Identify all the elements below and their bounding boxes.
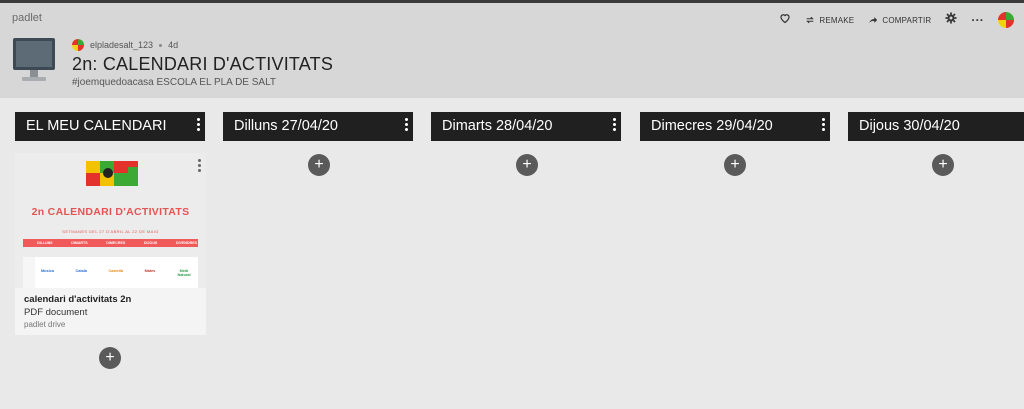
heart-icon[interactable] xyxy=(779,11,791,29)
column-el-meu-calendari: EL MEU CALENDARI xyxy=(15,112,205,141)
add-post-button[interactable]: + xyxy=(99,347,121,369)
author-line: elpladesalt_123 4d xyxy=(72,39,178,51)
column-title: EL MEU CALENDARI xyxy=(26,118,167,134)
share-arrow-icon xyxy=(869,17,878,23)
column-title: Dijous 30/04/20 xyxy=(859,118,960,134)
card-source: padlet drive xyxy=(24,320,66,329)
thumb-day: DIMARTS xyxy=(71,241,88,245)
column-dimarts: Dimarts 28/04/20 xyxy=(431,112,621,141)
card-menu-icon[interactable] xyxy=(196,158,202,174)
column-header: Dimarts 28/04/20 xyxy=(431,112,621,141)
thumb-subheading: SETMANES DEL 27 D'ABRIL AL 22 DE MAIG xyxy=(62,229,159,234)
pdf-thumbnail[interactable]: 2n CALENDARI D'ACTIVITATS SETMANES DEL 2… xyxy=(15,153,206,288)
thumb-subjects-row: Música Català Castellà Mates Medi Natura… xyxy=(41,269,191,277)
thumb-day: DIJOUS xyxy=(143,241,158,245)
column-header: Dilluns 27/04/20 xyxy=(223,112,413,141)
thumb-days-row: DILLUNS DIMARTS DIMECRES DIJOUS DIVENDRE… xyxy=(37,241,197,245)
thumb-heading: 2n CALENDARI D'ACTIVITATS xyxy=(31,206,190,218)
thumb-subject: Música xyxy=(41,269,54,273)
author-avatar xyxy=(72,39,84,51)
thumb-subject: Mates xyxy=(144,269,156,273)
column-header: Dijous 30/04/20 xyxy=(848,112,1024,141)
remake-button[interactable]: REMAKE xyxy=(805,15,854,25)
more-options-button[interactable]: ··· xyxy=(971,13,984,27)
column-title: Dimarts 28/04/20 xyxy=(442,118,553,134)
post-age: 4d xyxy=(168,40,179,50)
column-menu-icon[interactable] xyxy=(820,117,826,133)
column-title: Dilluns 27/04/20 xyxy=(234,118,338,134)
column-header: EL MEU CALENDARI xyxy=(15,112,205,141)
thumb-subject: Català xyxy=(75,269,87,273)
separator-dot xyxy=(159,43,163,47)
share-button[interactable]: COMPARTIR xyxy=(868,15,931,25)
add-post-button[interactable]: + xyxy=(516,154,538,176)
board-subtitle: #joemquedoacasa ESCOLA EL PLA DE SALT xyxy=(72,77,277,88)
add-post-button[interactable]: + xyxy=(724,154,746,176)
column-dijous: Dijous 30/04/20 xyxy=(848,112,1024,141)
user-avatar[interactable] xyxy=(998,12,1014,28)
remake-label: REMAKE xyxy=(819,15,855,25)
share-label: COMPARTIR xyxy=(882,15,932,25)
column-dimecres: Dimecres 29/04/20 xyxy=(640,112,830,141)
add-post-button[interactable]: + xyxy=(932,154,954,176)
thumb-day: DILLUNS xyxy=(37,241,53,245)
column-menu-icon[interactable] xyxy=(195,117,201,133)
board-title: 2n: CALENDARI D'ACTIVITATS xyxy=(72,54,334,74)
gear-icon[interactable] xyxy=(945,11,957,29)
card-title: calendari d'activitats 2n xyxy=(24,294,132,305)
thumb-subject: Medi Natural xyxy=(177,269,191,277)
remake-icon xyxy=(806,16,815,24)
school-logo-image xyxy=(86,161,138,186)
column-menu-icon[interactable] xyxy=(403,117,409,133)
thumb-subject: Castellà xyxy=(108,269,124,273)
author-name[interactable]: elpladesalt_123 xyxy=(90,40,153,50)
board-icon-monitor xyxy=(13,38,55,86)
column-header: Dimecres 29/04/20 xyxy=(640,112,830,141)
column-dilluns: Dilluns 27/04/20 xyxy=(223,112,413,141)
add-post-button[interactable]: + xyxy=(308,154,330,176)
padlet-logo[interactable]: padlet xyxy=(12,12,42,24)
header-actions: REMAKE COMPARTIR ··· xyxy=(779,11,1014,29)
board-header: padlet REMAKE COMPARTIR ··· elpladesalt_… xyxy=(0,3,1024,98)
column-menu-icon[interactable] xyxy=(611,117,617,133)
column-title: Dimecres 29/04/20 xyxy=(651,118,773,134)
thumb-day: DIVENDRES xyxy=(176,241,197,245)
thumb-day: DIMECRES xyxy=(106,241,126,245)
post-card[interactable]: 2n CALENDARI D'ACTIVITATS SETMANES DEL 2… xyxy=(15,153,206,335)
card-file-type: PDF document xyxy=(24,307,88,318)
